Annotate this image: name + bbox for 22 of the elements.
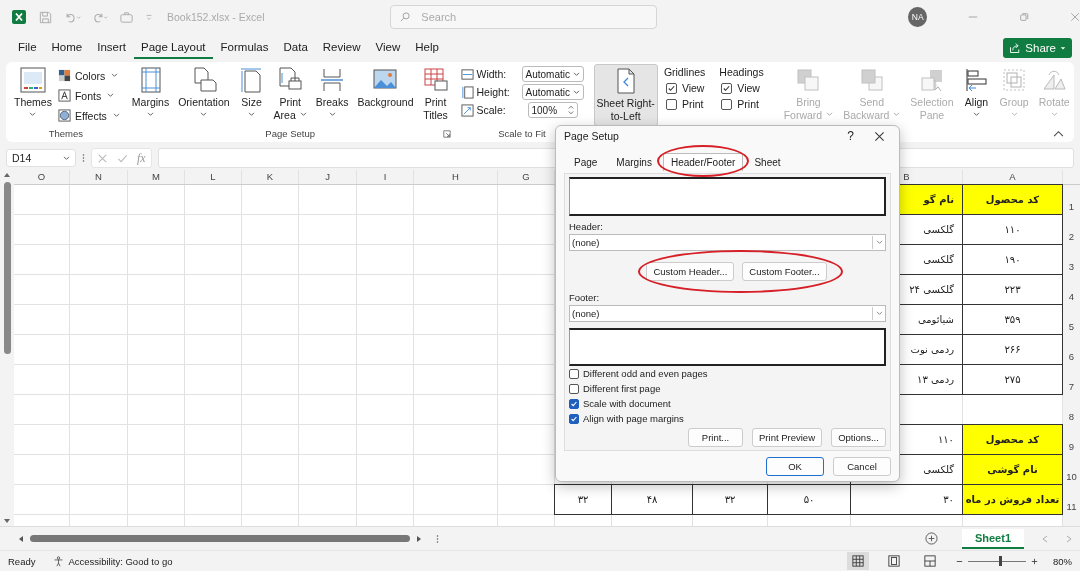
field-label: Width: [476,68,508,80]
field-label: Scale: [476,104,507,116]
table-cell: ۴۸ [611,484,693,515]
table-cell: ۵۰ [767,484,851,515]
dialog-title: Page Setup [564,130,619,143]
table-cell: كد محصول [962,184,1063,215]
table-cell: ۳۲ [554,484,612,515]
window-title: Book152.xlsx - Excel [167,11,266,23]
field-label: Header: [569,221,604,232]
table-cell: كد محصول [962,424,1063,455]
table-cell: ۲۷۵ [962,364,1063,395]
field-label: Footer: [569,292,601,303]
table-cell: ۳۲ [692,484,768,515]
table-cell: تعداد فروش در ماه [962,484,1063,515]
option-heading: Headings [719,66,764,78]
option-heading: Gridlines [663,66,706,78]
status-text: Ready [8,555,36,567]
group-label: Scale to Fit [498,128,546,141]
group-label: Page Setup [265,128,315,141]
group-label: Themes [48,128,84,141]
table-cell: نام گوشی [962,454,1063,485]
field-label: Height: [476,86,511,98]
